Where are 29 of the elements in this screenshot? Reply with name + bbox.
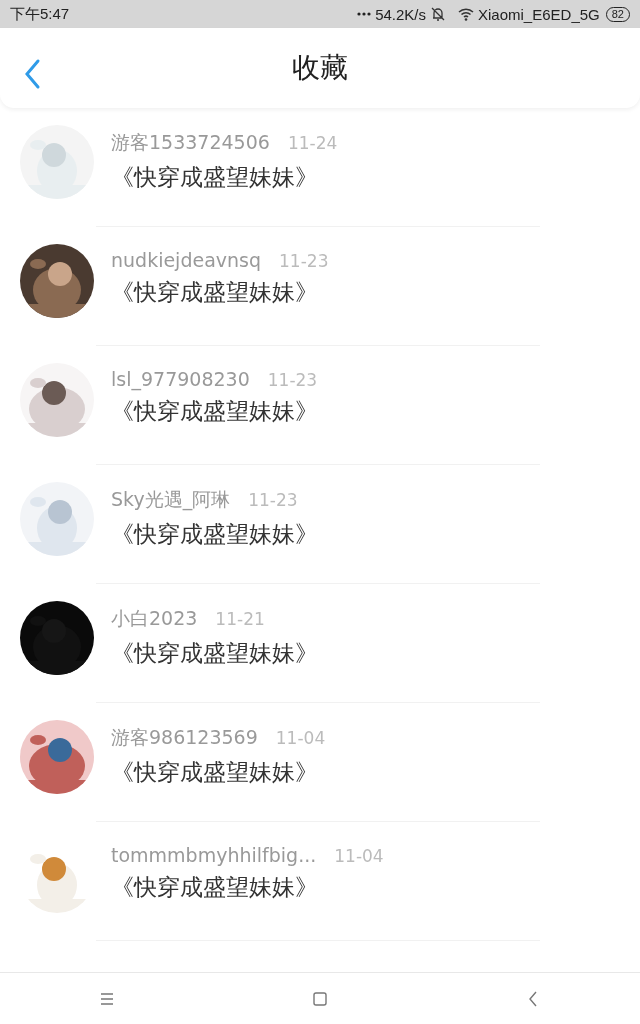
date: 11-21	[215, 609, 265, 629]
wifi-name: Xiaomi_E6ED_5G	[478, 5, 600, 23]
home-icon[interactable]	[311, 990, 329, 1008]
date: 11-24	[287, 133, 338, 153]
status-time: 下午5:47	[10, 4, 70, 24]
user-name: lsl_977908230	[111, 368, 250, 390]
wifi-icon	[458, 6, 474, 22]
network-speed: 54.2K/s	[375, 5, 426, 23]
user-name: tommmbmyhhilfbig...	[111, 844, 317, 866]
book-title[interactable]: 《快穿成盛望妹妹》	[111, 396, 318, 427]
muted-bell-icon	[430, 6, 446, 22]
book-title[interactable]: 《快穿成盛望妹妹》	[111, 162, 338, 193]
book-title[interactable]: 《快穿成盛望妹妹》	[111, 757, 326, 788]
book-title[interactable]: 《快穿成盛望妹妹》	[111, 638, 318, 669]
date: 11-04	[275, 728, 326, 748]
date: 11-23	[248, 490, 298, 510]
user-name: 游客1533724506	[111, 130, 270, 155]
page-title: 收藏	[292, 50, 348, 86]
user-name: 游客986123569	[111, 725, 258, 750]
book-title[interactable]: 《快穿成盛望妹妹》	[111, 277, 329, 308]
dots-icon	[357, 12, 372, 16]
user-name: 小白2023	[111, 606, 198, 631]
date: 11-23	[279, 251, 329, 271]
date: 11-23	[267, 370, 318, 390]
book-title[interactable]: 《快穿成盛望妹妹》	[111, 519, 318, 550]
user-name: Sky光遇_阿琳	[111, 487, 231, 513]
user-name: nudkiejdeavnsq	[111, 249, 262, 271]
book-title[interactable]: 《快穿成盛望妹妹》	[111, 872, 384, 903]
date: 11-04	[334, 846, 384, 866]
